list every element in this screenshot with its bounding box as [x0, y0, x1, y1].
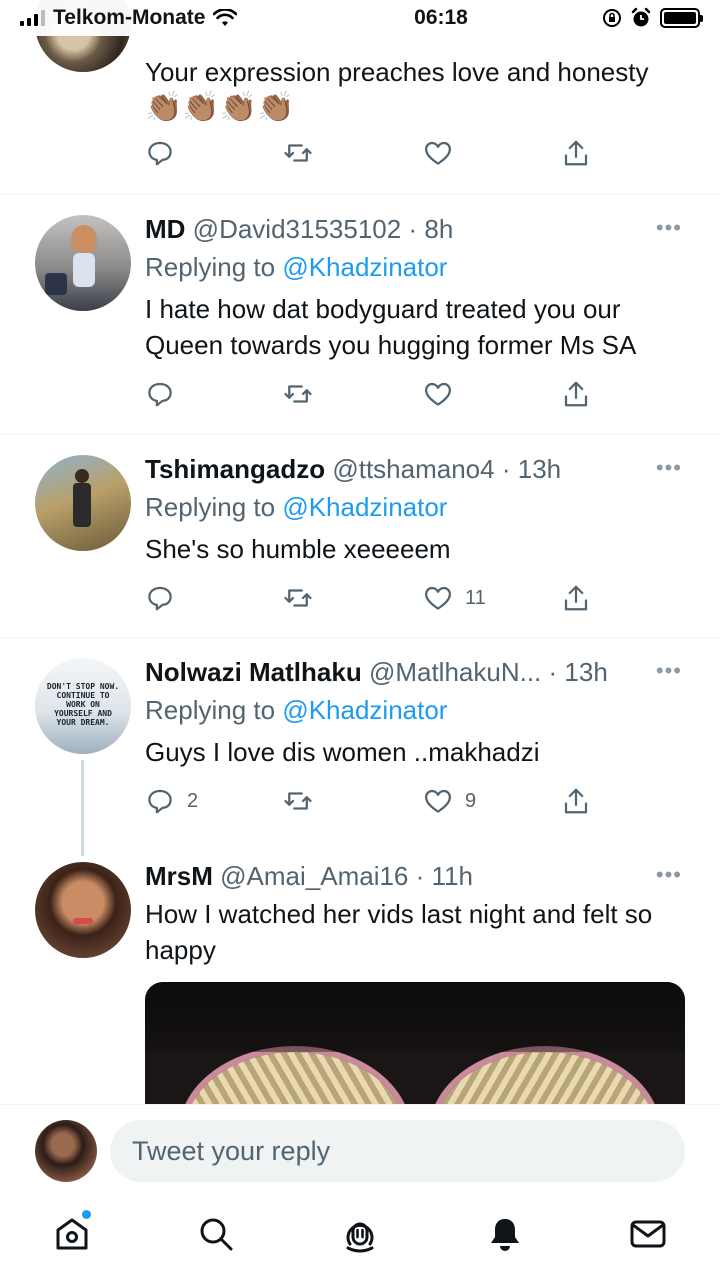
tab-search[interactable] — [196, 1214, 236, 1254]
author-name[interactable]: Nolwazi Matlhaku — [145, 657, 362, 687]
avatar[interactable] — [35, 1120, 97, 1182]
more-options-icon[interactable]: ••• — [656, 862, 682, 888]
home-icon — [56, 1218, 88, 1250]
alarm-icon — [631, 7, 651, 27]
tab-home[interactable] — [52, 1210, 92, 1254]
share-button[interactable] — [561, 583, 591, 613]
tweet-time: 11h — [431, 861, 473, 891]
retweet-button[interactable] — [283, 786, 313, 816]
tweet-emoji: 👏🏽👏🏽👏🏽👏🏽 — [145, 91, 295, 124]
reply-composer — [0, 1104, 720, 1196]
retweet-button[interactable] — [283, 583, 313, 613]
messages-icon — [630, 1220, 666, 1248]
reply-icon — [148, 382, 172, 407]
like-button[interactable]: 9 — [423, 786, 476, 816]
carrier-name: Telkom-Monate — [53, 6, 206, 29]
signal-icon — [20, 10, 45, 26]
spaces-icon — [346, 1222, 374, 1253]
heart-icon — [425, 789, 451, 813]
like-button[interactable] — [423, 379, 465, 409]
more-options-icon[interactable]: ••• — [656, 215, 682, 241]
heart-icon — [425, 382, 451, 406]
heart-icon — [425, 141, 451, 165]
tweet-time: 13h — [517, 454, 562, 484]
share-icon — [564, 381, 588, 407]
share-button[interactable] — [561, 786, 591, 816]
tab-notifications[interactable] — [485, 1214, 525, 1254]
author-name[interactable]: Tshimangadzo — [145, 454, 325, 484]
more-options-icon[interactable]: ••• — [656, 455, 682, 481]
reply-button[interactable] — [145, 379, 187, 409]
avatar[interactable] — [35, 455, 131, 551]
tweet-1[interactable]: MD @David31535102 · 8h Replying to @Khad… — [0, 195, 720, 433]
retweet-icon — [284, 589, 312, 607]
retweet-button[interactable] — [283, 138, 313, 168]
avatar[interactable] — [35, 862, 131, 958]
reply-icon — [148, 141, 172, 166]
tweet-text: I hate how dat bodyguard treated you our… — [145, 294, 637, 360]
tweet-media-image[interactable] — [145, 982, 685, 1122]
share-button[interactable] — [561, 379, 591, 409]
share-button[interactable] — [561, 138, 591, 168]
tweet-text: How I watched her vids last night and fe… — [145, 899, 653, 965]
mention-link[interactable]: @Khadzinator — [282, 492, 447, 522]
replying-to: Replying to @Khadzinator — [145, 492, 448, 522]
reply-button[interactable]: 2 — [145, 786, 198, 816]
clock: 06:18 — [414, 6, 468, 29]
retweet-icon — [284, 144, 312, 162]
retweet-button[interactable] — [283, 379, 313, 409]
more-options-icon[interactable]: ••• — [656, 658, 682, 684]
retweet-icon — [284, 792, 312, 810]
retweet-icon — [284, 385, 312, 403]
thread-line — [81, 760, 84, 856]
heart-icon — [425, 586, 451, 610]
replying-to: Replying to @Khadzinator — [145, 695, 448, 725]
author-handle[interactable]: @ttshamano4 — [332, 454, 494, 484]
wifi-icon — [213, 9, 238, 26]
like-count: 9 — [465, 789, 477, 812]
tab-spaces[interactable] — [340, 1214, 380, 1254]
tweet-text: Guys I love dis women ..makhadzi — [145, 737, 540, 767]
tweet-time: 8h — [424, 214, 454, 244]
reply-icon — [148, 789, 172, 814]
author-handle[interactable]: @Amai_Amai16 — [220, 861, 408, 891]
reply-button[interactable] — [145, 138, 187, 168]
search-icon — [200, 1218, 233, 1251]
tab-messages[interactable] — [628, 1214, 668, 1254]
author-handle[interactable]: @David31535102 — [193, 214, 402, 244]
status-bar: Telkom-Monate 06:18 — [0, 0, 720, 36]
rotation-lock-icon — [603, 9, 621, 27]
reply-input[interactable] — [110, 1120, 685, 1182]
like-button[interactable]: 11 — [423, 583, 486, 613]
tweet-text: Your expression preaches love and honest… — [145, 57, 649, 87]
mention-link[interactable]: @Khadzinator — [282, 695, 447, 725]
notifications-icon — [491, 1219, 519, 1251]
author-handle[interactable]: @MatlhakuN... — [369, 657, 541, 687]
share-icon — [564, 585, 588, 611]
home-notification-dot — [82, 1210, 91, 1219]
reply-count: 2 — [187, 789, 199, 812]
author-name[interactable]: MD — [145, 214, 185, 244]
avatar[interactable]: DON'T STOP NOW. CONTINUE TO WORK ON YOUR… — [35, 658, 131, 754]
tweet-3[interactable]: DON'T STOP NOW. CONTINUE TO WORK ON YOUR… — [0, 638, 720, 848]
reply-icon — [148, 586, 172, 611]
tab-bar — [0, 1196, 720, 1280]
avatar[interactable] — [35, 215, 131, 311]
like-button[interactable] — [423, 138, 465, 168]
avatar-quote-text: DON'T STOP NOW. CONTINUE TO WORK ON YOUR… — [46, 682, 120, 727]
tweet-2[interactable]: Tshimangadzo @ttshamano4 · 13h Replying … — [0, 435, 720, 637]
tweet-time: 13h — [564, 657, 608, 687]
reply-button[interactable] — [145, 583, 187, 613]
tweet-text: She's so humble xeeeeem — [145, 534, 451, 564]
share-icon — [564, 140, 588, 166]
share-icon — [564, 788, 588, 814]
replying-to: Replying to @Khadzinator — [145, 252, 448, 282]
author-name[interactable]: MrsM — [145, 861, 213, 891]
mention-link[interactable]: @Khadzinator — [282, 252, 447, 282]
battery-icon — [660, 8, 703, 28]
like-count: 11 — [465, 586, 486, 609]
